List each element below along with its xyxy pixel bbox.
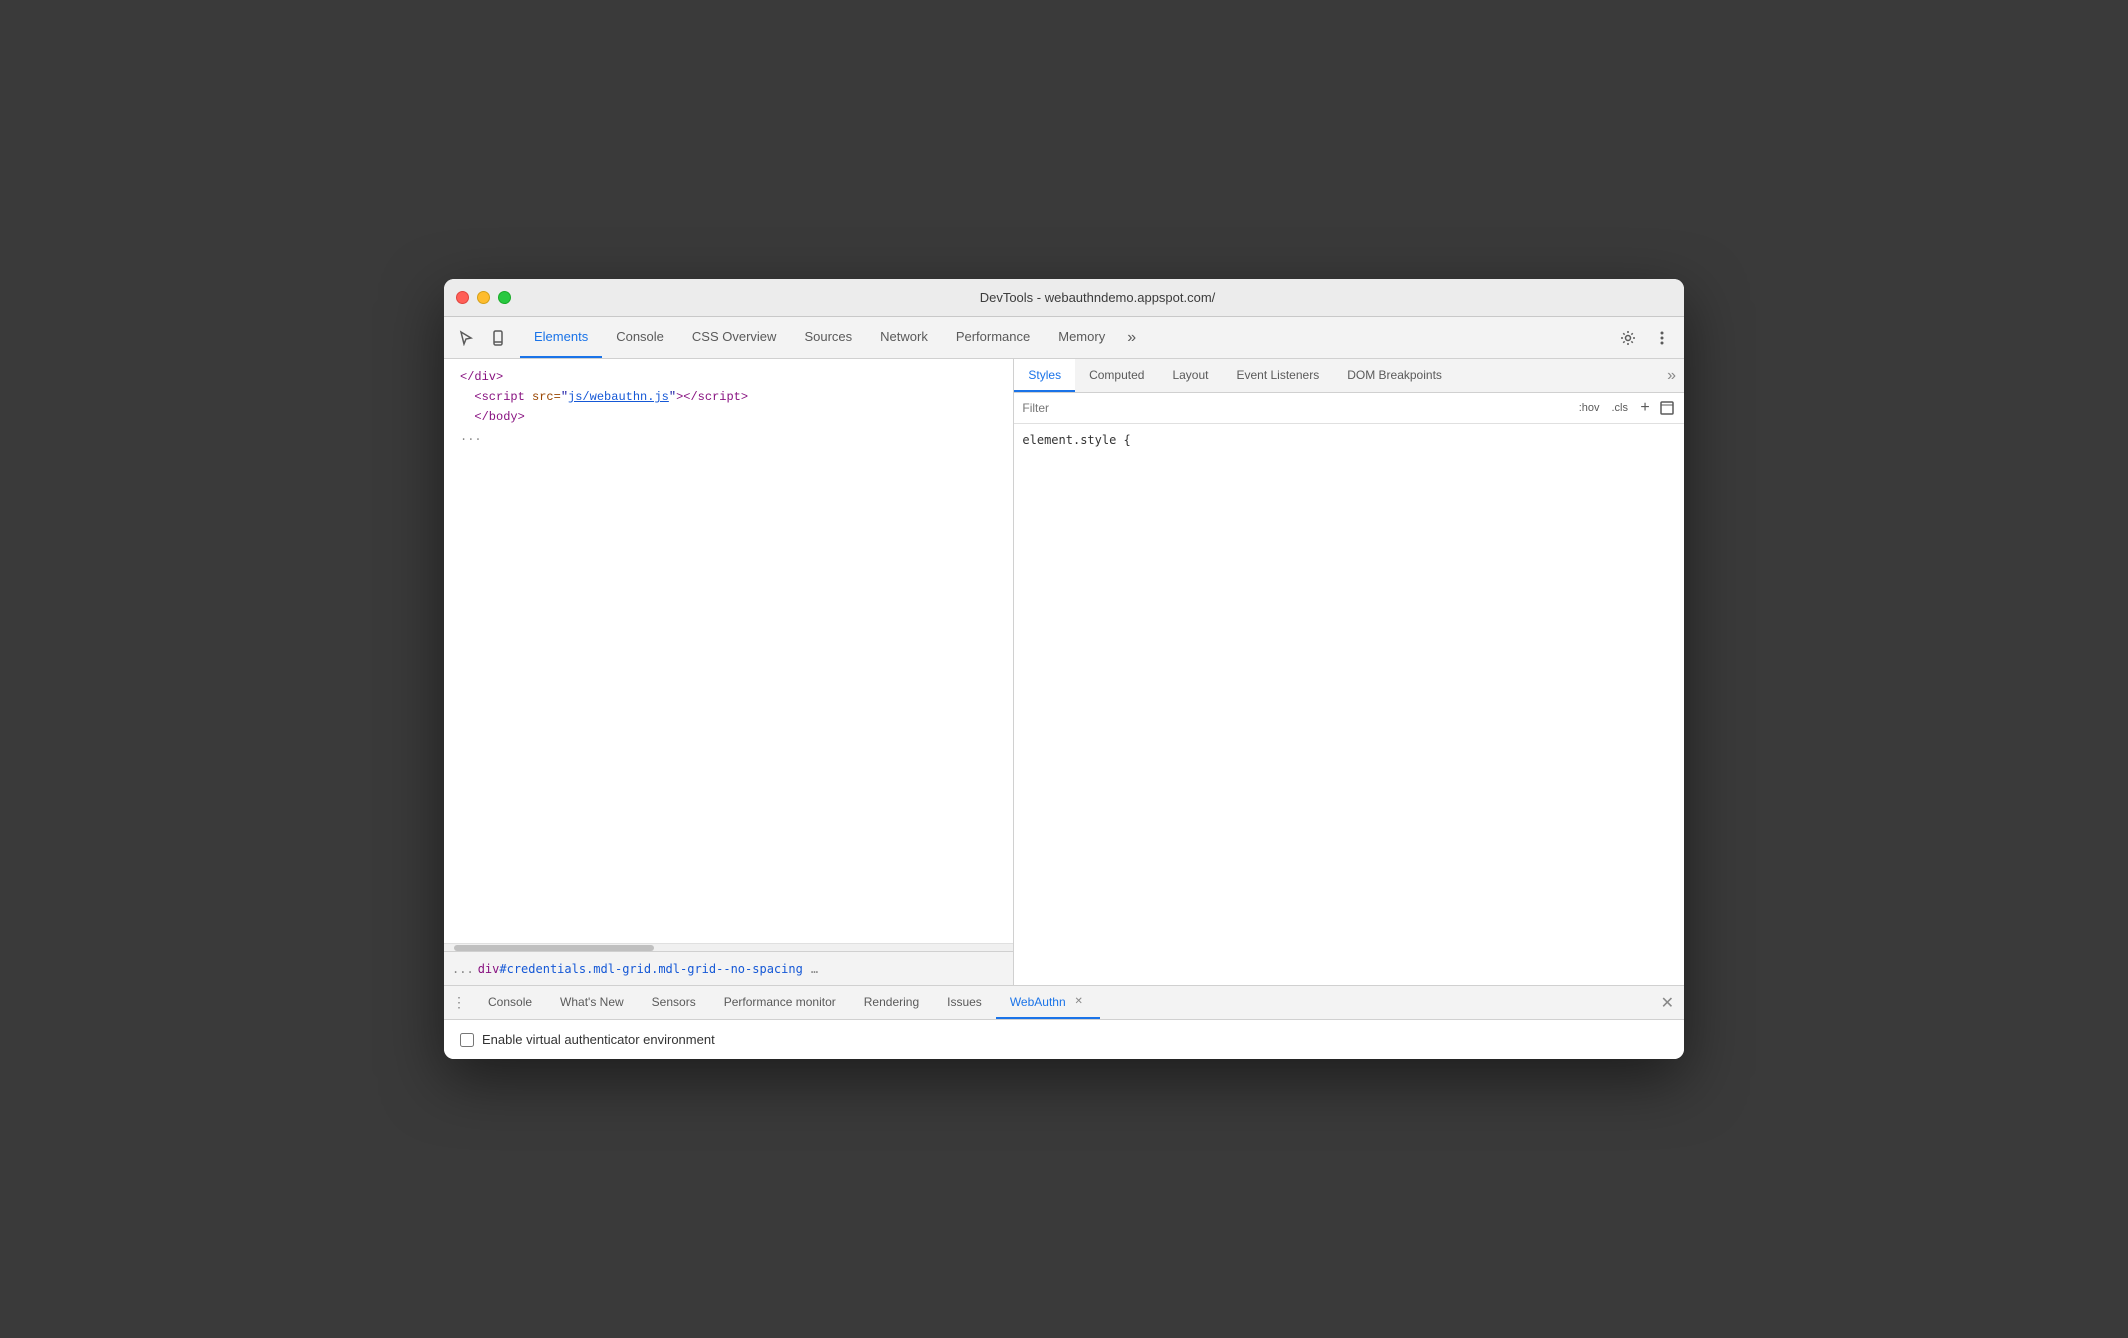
dom-viewer: </div> <script src="js/webauthn.js"></sc… — [444, 359, 1013, 943]
horizontal-scrollbar[interactable] — [444, 943, 1013, 951]
drawer-close-button[interactable]: ✕ — [1651, 986, 1684, 1019]
hov-button[interactable]: :hov — [1575, 400, 1604, 416]
drawer-tabs: ⋮ Console What's New Sensors Performance… — [444, 986, 1684, 1020]
enable-authenticator-row: Enable virtual authenticator environment — [460, 1032, 1668, 1047]
color-picker-button[interactable] — [1658, 399, 1676, 417]
filter-buttons: :hov .cls + — [1575, 399, 1676, 417]
maximize-button[interactable] — [498, 291, 511, 304]
tab-css-overview[interactable]: CSS Overview — [678, 317, 791, 358]
main-content: </div> <script src="js/webauthn.js"></sc… — [444, 359, 1684, 985]
tab-computed[interactable]: Computed — [1075, 359, 1158, 392]
more-styles-tabs[interactable]: » — [1659, 359, 1684, 392]
cursor-icon[interactable] — [452, 324, 480, 352]
script-link[interactable]: js/webauthn.js — [568, 390, 669, 404]
tab-console[interactable]: Console — [602, 317, 678, 358]
tab-performance[interactable]: Performance — [942, 317, 1044, 358]
drawer-content: Enable virtual authenticator environment — [444, 1020, 1684, 1059]
close-button[interactable] — [456, 291, 469, 304]
enable-authenticator-label: Enable virtual authenticator environment — [482, 1032, 715, 1047]
tab-elements[interactable]: Elements — [520, 317, 602, 358]
add-style-button[interactable]: + — [1636, 399, 1654, 417]
drawer-tab-webauthn[interactable]: WebAuthn ✕ — [996, 986, 1100, 1019]
enable-authenticator-checkbox[interactable] — [460, 1033, 474, 1047]
traffic-lights — [456, 291, 511, 304]
dom-line-2: <script src="js/webauthn.js"></script> — [444, 387, 1013, 407]
tab-styles[interactable]: Styles — [1014, 359, 1075, 392]
breadcrumb-more[interactable]: ... — [452, 962, 474, 976]
styles-tabs: Styles Computed Layout Event Listeners D… — [1014, 359, 1684, 393]
drawer-tab-sensors[interactable]: Sensors — [638, 986, 710, 1019]
bottom-drawer: ⋮ Console What's New Sensors Performance… — [444, 985, 1684, 1059]
drawer-tab-console[interactable]: Console — [474, 986, 546, 1019]
mobile-icon[interactable] — [484, 324, 512, 352]
drawer-tab-issues[interactable]: Issues — [933, 986, 996, 1019]
cls-button[interactable]: .cls — [1608, 400, 1633, 416]
titlebar: DevTools - webauthndemo.appspot.com/ — [444, 279, 1684, 317]
devtools-toolbar: Elements Console CSS Overview Sources Ne… — [444, 317, 1684, 359]
drawer-tab-whats-new[interactable]: What's New — [546, 986, 638, 1019]
settings-icon[interactable] — [1614, 324, 1642, 352]
more-tabs-button[interactable]: » — [1119, 317, 1144, 358]
toolbar-icons — [452, 324, 512, 352]
breadcrumb-context-menu[interactable]: … — [811, 962, 818, 976]
tab-dom-breakpoints[interactable]: DOM Breakpoints — [1333, 359, 1456, 392]
tab-event-listeners[interactable]: Event Listeners — [1222, 359, 1333, 392]
breadcrumb: ... div#credentials.mdl-grid.mdl-grid--n… — [444, 951, 1013, 985]
filter-bar: :hov .cls + — [1014, 393, 1684, 424]
webauthn-tab-close[interactable]: ✕ — [1072, 995, 1086, 1009]
toolbar-tabs: Elements Console CSS Overview Sources Ne… — [520, 317, 1144, 358]
tab-network[interactable]: Network — [866, 317, 942, 358]
window-title: DevTools - webauthndemo.appspot.com/ — [523, 290, 1672, 305]
style-rule-element: element.style { — [1022, 430, 1676, 450]
drawer-more-button[interactable]: ⋮ — [444, 986, 474, 1019]
drawer-tab-rendering[interactable]: Rendering — [850, 986, 933, 1019]
tab-layout[interactable]: Layout — [1158, 359, 1222, 392]
dom-line-4: ... — [444, 427, 1013, 447]
styles-content: element.style { — [1014, 424, 1684, 985]
filter-input[interactable] — [1022, 401, 1566, 415]
breadcrumb-item[interactable]: div#credentials.mdl-grid.mdl-grid--no-sp… — [478, 962, 803, 976]
tab-sources[interactable]: Sources — [790, 317, 866, 358]
dom-line-3: </body> — [444, 407, 1013, 427]
tab-memory[interactable]: Memory — [1044, 317, 1119, 358]
devtools-window: DevTools - webauthndemo.appspot.com/ Ele… — [444, 279, 1684, 1059]
minimize-button[interactable] — [477, 291, 490, 304]
more-options-icon[interactable] — [1648, 324, 1676, 352]
left-panel: </div> <script src="js/webauthn.js"></sc… — [444, 359, 1014, 985]
drawer-tab-performance-monitor[interactable]: Performance monitor — [710, 986, 850, 1019]
dom-line-1: </div> — [444, 367, 1013, 387]
toolbar-right — [1614, 324, 1676, 352]
right-panel: Styles Computed Layout Event Listeners D… — [1014, 359, 1684, 985]
